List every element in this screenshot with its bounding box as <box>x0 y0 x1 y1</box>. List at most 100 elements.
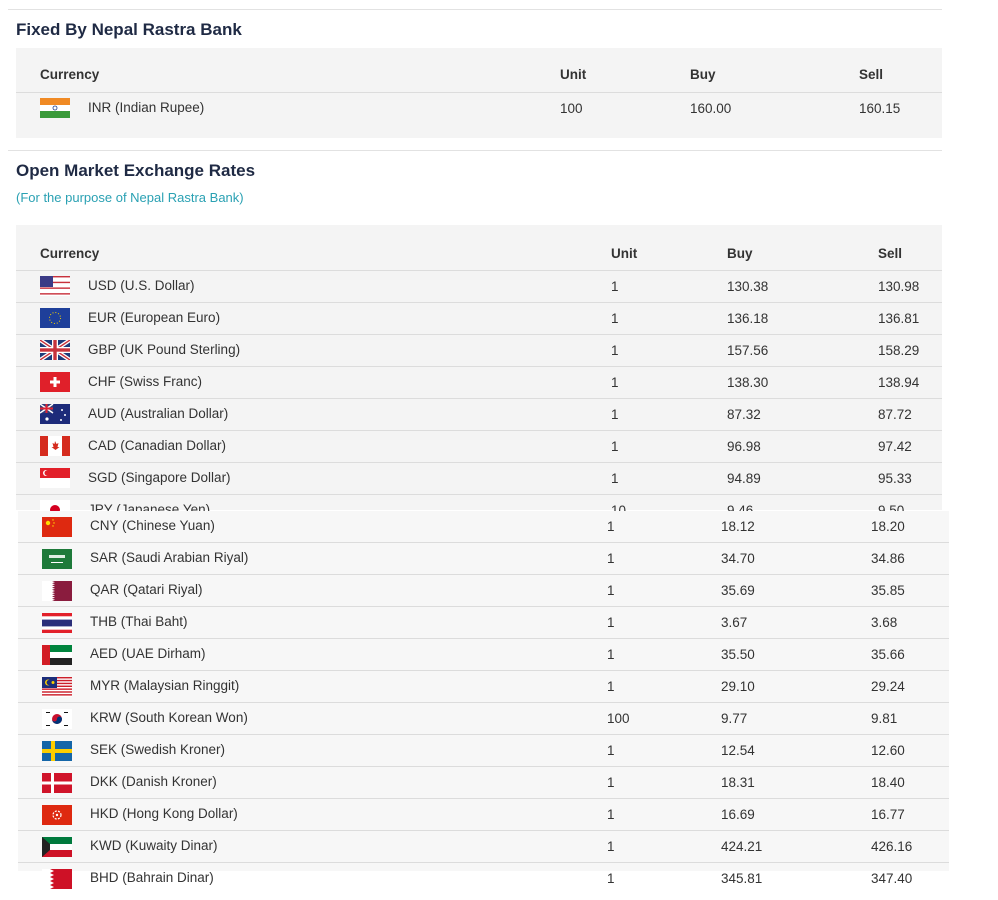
table-row: AUD (Australian Dollar) 1 87.32 87.72 <box>16 397 942 430</box>
table-row: DKK (Danish Kroner) 1 18.31 18.40 <box>18 766 949 799</box>
swiss-flag-icon <box>40 372 70 392</box>
sell-cell: 130.98 <box>877 269 942 302</box>
currency-name: CAD (Canadian Dollar) <box>88 437 227 453</box>
col-header-unit: Unit <box>611 246 638 262</box>
unit-cell: 100 <box>606 702 720 735</box>
currency-cell: QAR (Qatari Riyal) <box>18 574 606 607</box>
unit-cell: 1 <box>606 830 720 863</box>
australia-flag-icon <box>40 404 70 424</box>
table-row: SAR (Saudi Arabian Riyal) 1 34.70 34.86 <box>18 542 949 575</box>
open-market-table-continued: CNY (Chinese Yuan) 1 18.12 18.20 SAR (Saudi … <box>18 511 949 894</box>
buy-cell: 18.31 <box>720 766 870 799</box>
open-market-panel: Currency Unit Buy Sell USD (U.S. Dollar)… <box>16 225 942 526</box>
buy-cell: 87.32 <box>726 397 877 430</box>
table-row: CNY (Chinese Yuan) 1 18.12 18.20 <box>18 511 949 543</box>
col-header-currency: Currency <box>40 246 100 262</box>
currency-cell: KRW (South Korean Won) <box>18 702 606 735</box>
buy-cell: 157.56 <box>726 333 877 366</box>
table-row: INR (Indian Rupee) 100 160.00 160.15 <box>16 91 942 124</box>
currency-cell: SAR (Saudi Arabian Riyal) <box>18 542 606 575</box>
buy-cell: 35.50 <box>720 638 870 671</box>
col-header-buy: Buy <box>727 246 753 262</box>
sell-cell: 97.42 <box>877 429 942 462</box>
table-row: HKD (Hong Kong Dollar) 1 16.69 16.77 <box>18 798 949 831</box>
currency-name: SAR (Saudi Arabian Riyal) <box>90 550 249 566</box>
buy-cell: 34.70 <box>720 542 870 575</box>
currency-cell: MYR (Malaysian Ringgit) <box>18 670 606 703</box>
table-row: MYR (Malaysian Ringgit) 1 29.10 29.24 <box>18 670 949 703</box>
buy-cell: 3.67 <box>720 606 870 639</box>
sell-cell: 35.66 <box>870 638 949 671</box>
currency-name: BHD (Bahrain Dinar) <box>90 870 214 886</box>
unit-cell: 100 <box>559 91 689 124</box>
currency-name: SEK (Swedish Kroner) <box>90 742 226 758</box>
currency-name: AED (UAE Dirham) <box>90 646 206 662</box>
singapore-flag-icon <box>40 468 70 488</box>
denmark-flag-icon <box>42 772 72 793</box>
currency-name: QAR (Qatari Riyal) <box>90 582 203 598</box>
unit-cell: 1 <box>610 429 726 462</box>
malaysia-flag-icon <box>42 676 72 697</box>
fixed-rates-table: Currency Unit Buy Sell INR (Indian Rupee… <box>16 48 942 124</box>
currency-name: USD (U.S. Dollar) <box>88 277 195 293</box>
unit-cell: 1 <box>610 397 726 430</box>
currency-cell: INR (Indian Rupee) <box>16 91 559 124</box>
canada-flag-icon <box>40 436 70 456</box>
currency-cell: KWD (Kuwaity Dinar) <box>18 830 606 863</box>
currency-name: DKK (Danish Kroner) <box>90 774 217 790</box>
col-header-currency: Currency <box>40 66 100 82</box>
open-market-table: Currency Unit Buy Sell USD (U.S. Dollar)… <box>16 225 942 526</box>
buy-cell: 94.89 <box>726 461 877 494</box>
table-row: SEK (Swedish Kroner) 1 12.54 12.60 <box>18 734 949 767</box>
usa-flag-icon <box>40 276 70 296</box>
table-row: AED (UAE Dirham) 1 35.50 35.66 <box>18 638 949 671</box>
hongkong-flag-icon <box>42 804 72 825</box>
open-market-panel-continued: CNY (Chinese Yuan) 1 18.12 18.20 SAR (Saudi … <box>18 511 949 894</box>
currency-cell: SEK (Swedish Kroner) <box>18 734 606 767</box>
india-flag-icon <box>40 98 70 118</box>
sell-cell: 136.81 <box>877 301 942 334</box>
sell-cell: 138.94 <box>877 365 942 398</box>
table-row: GBP (UK Pound Sterling) 1 157.56 158.29 <box>16 333 942 366</box>
fixed-rates-title: Fixed By Nepal Rastra Bank <box>16 20 242 39</box>
currency-name: GBP (UK Pound Sterling) <box>88 341 241 357</box>
sell-cell: 347.40 <box>870 862 949 894</box>
sell-cell: 16.77 <box>870 798 949 831</box>
currency-name: MYR (Malaysian Ringgit) <box>90 678 240 694</box>
buy-cell: 12.54 <box>720 734 870 767</box>
unit-cell: 1 <box>610 365 726 398</box>
table-row: CHF (Swiss Franc) 1 138.30 138.94 <box>16 365 942 398</box>
sell-cell: 18.20 <box>871 519 905 534</box>
unit-cell: 1 <box>606 734 720 767</box>
sell-cell: 158.29 <box>877 333 942 366</box>
table-row: BHD (Bahrain Dinar) 1 345.81 347.40 <box>18 862 949 894</box>
currency-name: KRW (South Korean Won) <box>90 710 248 726</box>
buy-cell: 35.69 <box>720 574 870 607</box>
open-market-title: Open Market Exchange Rates <box>16 161 256 180</box>
currency-name: SGD (Singapore Dollar) <box>88 469 231 485</box>
sell-cell: 29.24 <box>870 670 949 703</box>
divider <box>8 9 942 10</box>
currency-name: AUD (Australian Dollar) <box>88 405 229 421</box>
buy-cell: 96.98 <box>726 429 877 462</box>
currency-cell: HKD (Hong Kong Dollar) <box>18 798 606 831</box>
currency-cell: AUD (Australian Dollar) <box>16 397 610 430</box>
unit-cell: 1 <box>606 638 720 671</box>
currency-cell: DKK (Danish Kroner) <box>18 766 606 799</box>
china-flag-icon <box>42 516 72 537</box>
sell-cell: 34.86 <box>870 542 949 575</box>
unit-cell: 1 <box>610 461 726 494</box>
uae-flag-icon <box>42 644 72 665</box>
buy-cell: 130.38 <box>726 269 877 302</box>
sell-cell: 87.72 <box>877 397 942 430</box>
qatar-flag-icon <box>42 580 72 601</box>
buy-cell: 424.21 <box>720 830 870 863</box>
open-market-subtitle: (For the purpose of Nepal Rastra Bank) <box>16 190 244 205</box>
unit-cell: 1 <box>606 606 720 639</box>
currency-cell: SGD (Singapore Dollar) <box>16 461 610 494</box>
table-row: CAD (Canadian Dollar) 1 96.98 97.42 <box>16 429 942 462</box>
currency-name: THB (Thai Baht) <box>90 614 188 630</box>
table-row: KWD (Kuwaity Dinar) 1 424.21 426.16 <box>18 830 949 863</box>
bahrain-flag-icon <box>42 868 72 889</box>
col-header-sell: Sell <box>859 66 884 82</box>
